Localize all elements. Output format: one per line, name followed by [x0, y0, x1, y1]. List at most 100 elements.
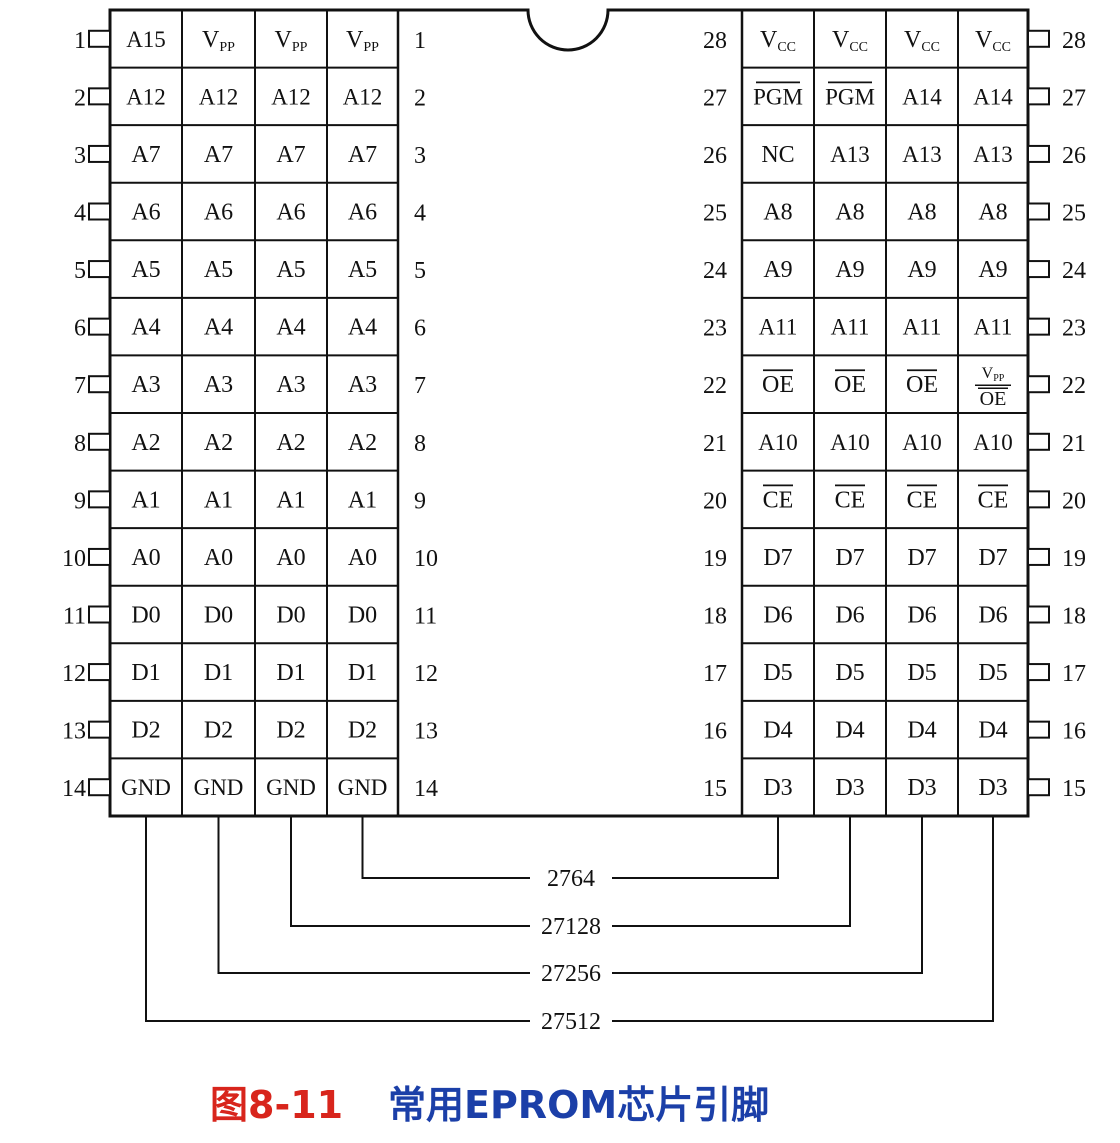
pin-number-outer: 5 — [74, 258, 86, 284]
pin-cell-label: A10 — [758, 430, 798, 455]
pin-cell-label: A9 — [907, 257, 936, 283]
pin-cell-label: CE — [763, 487, 794, 513]
pin-cell-label: D5 — [763, 660, 792, 686]
pin-cell-label-lower: OE — [980, 388, 1007, 410]
pin-number-inner: 16 — [703, 719, 727, 745]
pin-cell-label: VPP — [275, 27, 308, 55]
pin-cell-label: A5 — [131, 257, 160, 283]
bracket-line-right — [612, 816, 923, 974]
pin-lead — [88, 375, 111, 394]
pin-number-outer: 14 — [62, 776, 86, 802]
pin-cell-label: D7 — [763, 545, 792, 571]
pin-number-inner: 7 — [414, 373, 426, 399]
pin-lead — [1027, 29, 1050, 48]
pin-cell-label: D7 — [835, 545, 864, 571]
pin-cell-label: CE — [907, 487, 938, 513]
pin-cell-label: A2 — [348, 430, 377, 456]
pin-number-inner: 11 — [414, 604, 437, 630]
pin-number-outer: 13 — [62, 719, 86, 745]
pin-cell-label: A3 — [348, 372, 377, 398]
pin-cell-label: GND — [194, 775, 244, 800]
pin-number-outer: 16 — [1062, 719, 1086, 745]
figure-caption: 图8-11 常用EPROM芯片引脚 — [210, 1083, 769, 1127]
pin-cell-label: A9 — [835, 257, 864, 283]
pin-cell-label: D7 — [907, 545, 936, 571]
pin-number-outer: 20 — [1062, 488, 1086, 514]
pin-cell-label: D4 — [835, 718, 864, 744]
pin-number-inner: 22 — [703, 373, 727, 399]
pin-cell-label: D5 — [907, 660, 936, 686]
pin-number-inner: 2 — [414, 85, 426, 111]
pin-number-outer: 21 — [1062, 431, 1086, 457]
pin-cell-label: D0 — [276, 603, 305, 629]
pin-cell-label: GND — [266, 775, 316, 800]
pin-number-inner: 8 — [414, 431, 426, 457]
pin-number-inner: 24 — [703, 258, 727, 284]
chip-label: 27256 — [541, 961, 601, 987]
pin-lead — [88, 605, 111, 624]
pin-cell-label: A1 — [204, 487, 233, 513]
pin-number-inner: 18 — [703, 604, 727, 630]
pin-lead — [88, 87, 111, 106]
pin-lead — [1027, 317, 1050, 336]
pin-cell-label: A15 — [126, 27, 166, 52]
pin-cell-label: A3 — [131, 372, 160, 398]
pin-cell-label: VCC — [975, 27, 1011, 55]
pin-cell-label: D6 — [978, 603, 1007, 629]
pin-cell-label: A9 — [763, 257, 792, 283]
pin-cell-label: A7 — [204, 142, 233, 168]
pin-cell-label: OE — [906, 372, 938, 398]
pin-cell-label: A6 — [276, 200, 305, 226]
pin-lead — [1027, 605, 1050, 624]
pin-cell-label: D2 — [276, 718, 305, 744]
pin-number-inner: 4 — [414, 201, 426, 227]
pin-lead — [88, 260, 111, 279]
pin-cell-label: A0 — [348, 545, 377, 571]
pin-cell-label: A11 — [831, 315, 870, 340]
pin-cell-label: D6 — [835, 603, 864, 629]
pin-number-outer: 24 — [1062, 258, 1086, 284]
pin-cell-label: A6 — [348, 200, 377, 226]
chip-brackets: 2764 27128 27256 27512 — [145, 816, 994, 1035]
pin-cell-label: A1 — [276, 487, 305, 513]
pin-cell-label: A9 — [978, 257, 1007, 283]
pin-cell-label: A8 — [978, 200, 1007, 226]
pin-cell-label: A4 — [131, 315, 160, 341]
pin-cell-label: A14 — [902, 84, 942, 109]
pin-number-outer: 7 — [74, 373, 86, 399]
pin-cell-label: A11 — [759, 315, 798, 340]
pin-cell-label: A4 — [204, 315, 233, 341]
pin-number-inner: 6 — [414, 316, 426, 342]
pin-lead — [88, 547, 111, 566]
pin-number-inner: 21 — [703, 431, 727, 457]
pin-number-inner: 12 — [414, 661, 438, 687]
pin-cell-label: A11 — [974, 315, 1013, 340]
pin-cell-label: D3 — [763, 775, 792, 801]
chip-label: 2764 — [547, 866, 595, 892]
pin-number-outer: 26 — [1062, 143, 1086, 169]
pin-cell-label: D3 — [835, 775, 864, 801]
pin-cell-label: VPP — [982, 365, 1005, 384]
eprom-pinout-diagram: A15 VPP VPP VPP1 1A12 A12 A12 A122 2A7 A7 A7 A73 3A6… — [62, 8, 1086, 1127]
pin-number-outer: 25 — [1062, 201, 1086, 227]
pin-number-inner: 1 — [414, 28, 426, 54]
pin-cell-label: VCC — [832, 27, 868, 55]
pin-lead — [1027, 778, 1050, 797]
pin-cell-label: D1 — [131, 660, 160, 686]
pin-lead — [1027, 260, 1050, 279]
pin-number-inner: 25 — [703, 201, 727, 227]
pin-number-inner: 28 — [703, 28, 727, 54]
pin-number-outer: 2 — [74, 85, 86, 111]
pin-lead — [1027, 663, 1050, 682]
pin-cell-label: A5 — [348, 257, 377, 283]
pin-cell-label: D3 — [978, 775, 1007, 801]
pin-cell-label: D0 — [131, 603, 160, 629]
pin-cell-label: D4 — [907, 718, 936, 744]
pin-cell-label: PGM — [753, 84, 803, 109]
pin-number-inner: 19 — [703, 546, 727, 572]
pin-cell-label: CE — [835, 487, 866, 513]
pin-cell-label: A1 — [131, 487, 160, 513]
pin-number-inner: 20 — [703, 488, 727, 514]
pin-number-outer: 28 — [1062, 28, 1086, 54]
pin-cell-label: D5 — [978, 660, 1007, 686]
